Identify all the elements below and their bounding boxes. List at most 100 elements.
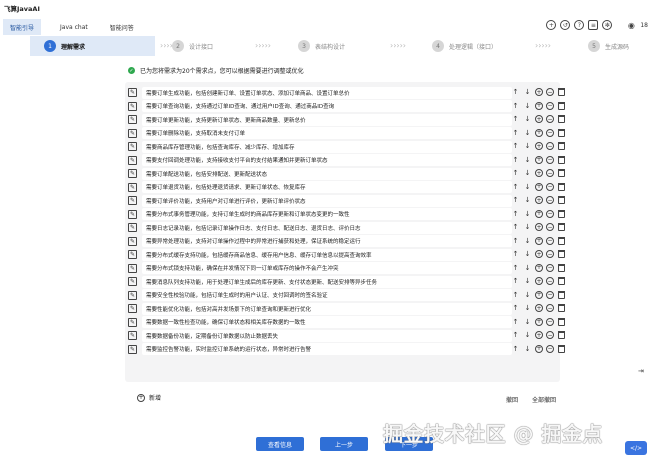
code-badge[interactable]: </>	[625, 441, 647, 455]
plus-icon[interactable]: +	[546, 20, 557, 30]
edit-icon[interactable]: ✎	[128, 223, 137, 232]
add-circle-icon[interactable]: +	[535, 263, 543, 272]
up-arrow-icon[interactable]: ↑	[511, 330, 520, 340]
trash-icon[interactable]	[558, 223, 565, 231]
remove-circle-icon[interactable]: −	[546, 142, 554, 150]
down-arrow-icon[interactable]: ↓	[523, 168, 532, 178]
step-5[interactable]: 5 生成源码	[588, 36, 629, 56]
remove-circle-icon[interactable]: −	[546, 115, 554, 123]
edit-icon[interactable]: ✎	[128, 263, 137, 273]
requirement-text[interactable]: 需要商品库存管理功能，包括查询库存、减少库存、增加库存	[142, 140, 512, 153]
step-2[interactable]: 2 设计接口	[172, 36, 213, 56]
trash-icon[interactable]	[558, 128, 565, 137]
requirement-text[interactable]: 需要数据一致性检查功能，确保订单状态和相关库存数据的一致性	[142, 316, 512, 328]
up-arrow-icon[interactable]: ↑	[511, 344, 520, 354]
edit-icon[interactable]: ✎	[128, 290, 137, 300]
add-circle-icon[interactable]: +	[535, 155, 543, 164]
edit-icon[interactable]: ✎	[128, 317, 137, 327]
down-arrow-icon[interactable]: ↓	[523, 182, 532, 192]
step-3[interactable]: 3 表结构设计	[298, 36, 345, 56]
down-arrow-icon[interactable]: ↓	[523, 290, 532, 300]
add-circle-icon[interactable]: +	[535, 128, 543, 137]
down-arrow-icon[interactable]: ↓	[523, 222, 532, 232]
requirement-text[interactable]: 需要订单删除功能，支持取消未支付订单	[142, 127, 512, 139]
down-arrow-icon[interactable]: ↓	[523, 317, 532, 327]
history-icon[interactable]: ↺	[560, 20, 571, 30]
remove-circle-icon[interactable]: −	[546, 101, 554, 110]
up-arrow-icon[interactable]: ↑	[511, 263, 520, 273]
down-arrow-icon[interactable]: ↓	[523, 330, 532, 340]
tab-guide[interactable]: 智能引导	[3, 19, 42, 35]
requirement-text[interactable]: 需要订单配送功能，包括安排配送、更新配送状态	[142, 167, 512, 180]
trash-icon[interactable]	[558, 142, 565, 150]
view-info-button[interactable]: 查看信息	[256, 437, 304, 451]
add-circle-icon[interactable]: +	[535, 250, 543, 258]
edit-icon[interactable]: ✎	[128, 331, 137, 340]
edit-icon[interactable]: ✎	[128, 182, 137, 192]
down-arrow-icon[interactable]: ↓	[523, 128, 532, 138]
remove-circle-icon[interactable]: −	[546, 317, 554, 326]
down-arrow-icon[interactable]: ↓	[523, 249, 532, 259]
remove-circle-icon[interactable]: −	[546, 169, 554, 177]
up-arrow-icon[interactable]: ↑	[511, 195, 520, 205]
step-4[interactable]: 4 处理逻辑（接口）	[432, 36, 497, 56]
trash-icon[interactable]	[558, 277, 565, 285]
up-arrow-icon[interactable]: ↑	[511, 236, 520, 246]
trash-icon[interactable]	[558, 101, 565, 110]
requirement-text[interactable]: 需要监控告警功能，实时监控订单系统的运行状态，异常时进行告警	[142, 343, 512, 355]
down-arrow-icon[interactable]: ↓	[523, 263, 532, 273]
add-circle-icon[interactable]: +	[535, 290, 543, 299]
trash-icon[interactable]	[558, 115, 565, 123]
remove-circle-icon[interactable]: −	[546, 209, 554, 218]
requirement-text[interactable]: 需要异常处理功能，支持对订单操作过程中的异常进行捕获和处理，保证系统的稳定运行	[142, 235, 512, 247]
requirement-text[interactable]: 需要支付回调处理功能，支持接收支付平台的支付结果通知并更新订单状态	[142, 154, 512, 166]
edit-icon[interactable]: ✎	[128, 209, 137, 219]
trash-icon[interactable]	[558, 88, 565, 96]
edit-icon[interactable]: ✎	[128, 169, 137, 178]
up-arrow-icon[interactable]: ↑	[511, 168, 520, 178]
step-1[interactable]: 1 理解需求	[30, 36, 155, 56]
add-circle-icon[interactable]: +	[535, 209, 543, 218]
remove-circle-icon[interactable]: −	[546, 155, 554, 164]
edit-icon[interactable]: ✎	[128, 115, 137, 124]
add-circle-icon[interactable]: +	[535, 101, 543, 110]
trash-icon[interactable]	[558, 331, 565, 339]
requirement-text[interactable]: 需要日志记录功能，包括记录订单操作日志、支付日志、配送日志、退货日志、评价日志	[142, 221, 512, 234]
remove-circle-icon[interactable]: −	[546, 128, 554, 137]
trash-icon[interactable]	[558, 209, 565, 218]
remove-circle-icon[interactable]: −	[546, 182, 554, 191]
up-arrow-icon[interactable]: ↑	[511, 114, 520, 124]
down-arrow-icon[interactable]: ↓	[523, 303, 532, 313]
add-circle-icon[interactable]: +	[535, 344, 543, 353]
up-arrow-icon[interactable]: ↑	[511, 155, 520, 165]
edit-icon[interactable]: ✎	[128, 101, 137, 111]
requirement-text[interactable]: 需要分布式缓存支持功能，包括缓存商品信息、缓存用户信息、缓存订单信息以提高查询效…	[142, 248, 512, 261]
trash-icon[interactable]	[558, 169, 565, 177]
remove-circle-icon[interactable]: −	[546, 236, 554, 245]
edit-icon[interactable]: ✎	[128, 277, 137, 286]
add-circle-icon[interactable]: +	[535, 223, 543, 231]
up-arrow-icon[interactable]: ↑	[511, 101, 520, 111]
requirement-text[interactable]: 需要分布式事务管理功能，支持订单生成时的商品库存更新和订单状态变更的一致性	[142, 208, 512, 220]
requirement-text[interactable]: 需要消息队列支持功能，用于处理订单生成后的库存更新、支付状态更新、配送安排等异步…	[142, 275, 512, 288]
trash-icon[interactable]	[558, 250, 565, 258]
up-arrow-icon[interactable]: ↑	[511, 222, 520, 232]
undo-all-button[interactable]: 全部撤回	[532, 395, 556, 404]
requirement-text[interactable]: 需要订单退货功能，包括处理退货请求、更新订单状态、恢复库存	[142, 181, 512, 193]
trash-icon[interactable]	[558, 155, 565, 164]
remove-circle-icon[interactable]: −	[546, 250, 554, 258]
edit-icon[interactable]: ✎	[128, 304, 137, 313]
edit-icon[interactable]: ✎	[128, 128, 137, 138]
up-arrow-icon[interactable]: ↑	[511, 290, 520, 300]
requirement-text[interactable]: 需要安全性校验功能，包括订单生成时的用户认证、支付回调时的签名验证	[142, 289, 512, 301]
remove-circle-icon[interactable]: −	[546, 263, 554, 272]
add-circle-icon[interactable]: +	[535, 115, 543, 123]
help-icon[interactable]: ?	[574, 20, 585, 30]
requirement-text[interactable]: 需要性能优化功能，包括对高并发场景下的订单查询和更新进行优化	[142, 302, 512, 315]
down-arrow-icon[interactable]: ↓	[523, 141, 532, 151]
up-arrow-icon[interactable]: ↑	[511, 317, 520, 327]
remove-circle-icon[interactable]: −	[546, 223, 554, 231]
tab-java-chat[interactable]: Java chat	[53, 19, 95, 35]
database-icon[interactable]: ≡	[588, 20, 599, 30]
add-circle-icon[interactable]: +	[535, 317, 543, 326]
